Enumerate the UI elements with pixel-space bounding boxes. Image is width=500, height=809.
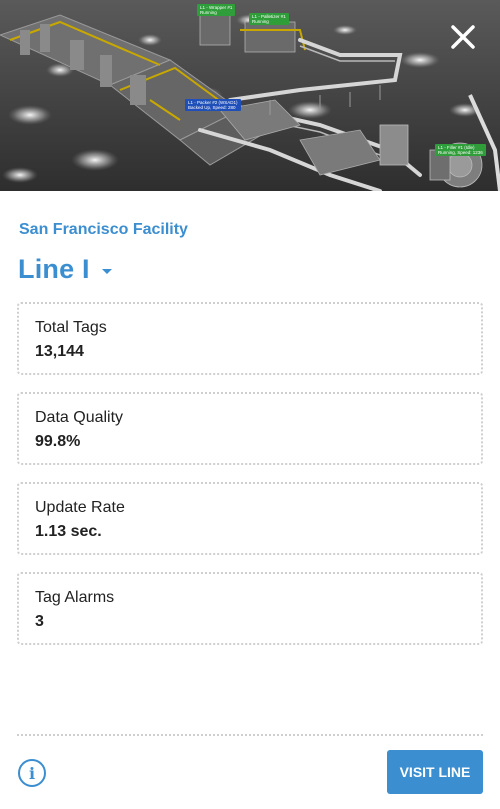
stat-value: 1.13 sec. xyxy=(35,523,102,540)
stat-value: 13,144 xyxy=(35,343,84,360)
footer-divider xyxy=(17,734,483,736)
caret-down-icon xyxy=(101,269,112,274)
stat-card-tag-alarms: Tag Alarms 3 xyxy=(17,572,483,645)
hero-image: L1 - Wrapper #1 Running L1 - Palletizer … xyxy=(0,0,500,191)
machine-tag-palletizer[interactable]: L1 - Palletizer #1 Running xyxy=(249,13,289,25)
stat-card-data-quality: Data Quality 99.8% xyxy=(17,392,483,465)
stat-label: Tag Alarms xyxy=(35,589,115,606)
line-selector[interactable]: Line I xyxy=(18,254,112,285)
stat-label: Update Rate xyxy=(35,499,125,516)
stat-value: 3 xyxy=(35,613,44,630)
facility-name: San Francisco Facility xyxy=(19,221,188,238)
info-button[interactable]: i xyxy=(18,759,46,787)
stat-card-total-tags: Total Tags 13,144 xyxy=(17,302,483,375)
machine-tag-wrapper[interactable]: L1 - Wrapper #1 Running xyxy=(197,4,236,16)
visit-line-button[interactable]: VISIT LINE xyxy=(387,750,483,794)
factory-floor-illustration xyxy=(0,0,500,191)
machine-tag-filler[interactable]: L1 - Filler #1 (Idle) Running, Speed: 12… xyxy=(435,144,486,156)
info-icon: i xyxy=(28,763,36,783)
stat-label: Data Quality xyxy=(35,409,124,426)
close-button[interactable] xyxy=(446,20,480,54)
stat-value: 99.8% xyxy=(35,433,81,450)
line-name: Line I xyxy=(18,254,90,284)
stat-label: Total Tags xyxy=(35,319,107,336)
machine-tag-packer[interactable]: L1 - Packer #2 (WSAD1) Backed Up, Speed:… xyxy=(185,99,241,111)
close-icon xyxy=(451,25,475,49)
stat-card-update-rate: Update Rate 1.13 sec. xyxy=(17,482,483,555)
